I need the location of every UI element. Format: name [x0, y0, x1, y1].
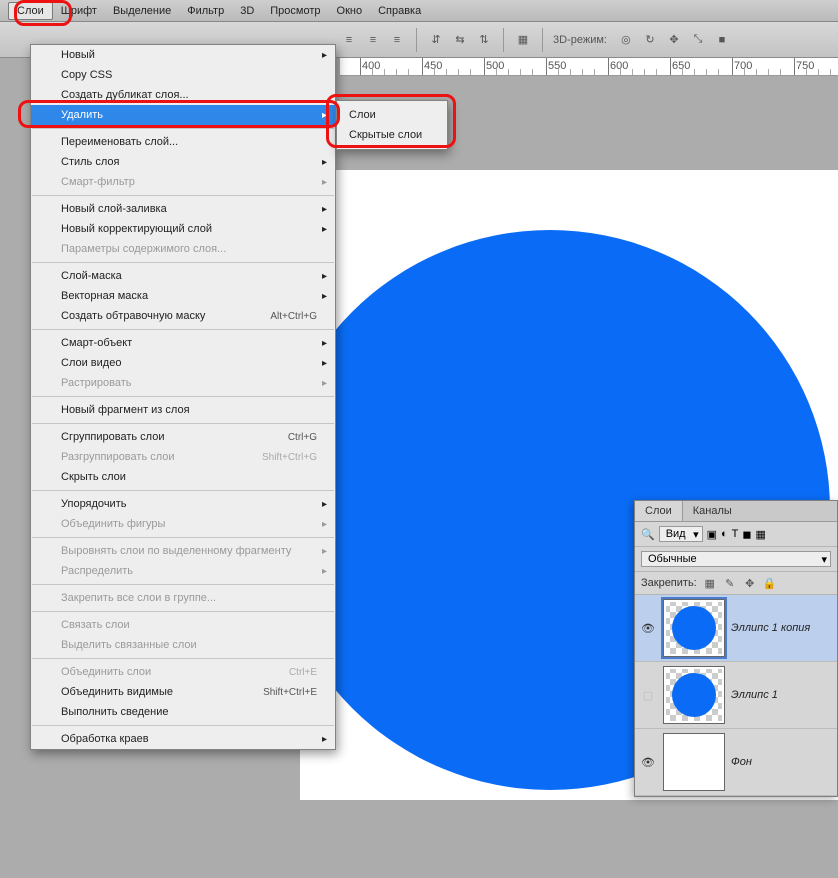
menu-item-ungroup: Разгруппировать слоиShift+Ctrl+G — [31, 447, 335, 467]
menu-item-contentopts: Параметры содержимого слоя... — [31, 239, 335, 259]
layers-dropdown-menu: Новый Copy CSS Создать дубликат слоя... … — [30, 44, 336, 750]
layer-row[interactable]: 👁 Эллипс 1 копия — [635, 595, 837, 662]
eye-icon[interactable]: 👁 — [639, 756, 657, 769]
menu-item-flatten[interactable]: Выполнить сведение — [31, 702, 335, 722]
filter-shape-icon[interactable]: ◼ — [742, 528, 751, 541]
filter-adj-icon[interactable]: ◐ — [721, 528, 728, 540]
menu-item-newfill[interactable]: Новый слой-заливка — [31, 199, 335, 219]
menu-item-mergedown: Объединить слоиCtrl+E — [31, 662, 335, 682]
menu-item-videolayers[interactable]: Слои видео — [31, 353, 335, 373]
filter-type-icon[interactable]: T — [732, 528, 739, 540]
tab-channels[interactable]: Каналы — [683, 501, 742, 521]
menu-3d[interactable]: 3D — [232, 3, 262, 19]
menu-item-selectlinked: Выделить связанные слои — [31, 635, 335, 655]
align-center-icon[interactable]: ≡ — [364, 31, 382, 49]
menu-item-clipmask[interactable]: Создать обтравочную маскуAlt+Ctrl+G — [31, 306, 335, 326]
menu-layers[interactable]: Слои — [8, 2, 53, 20]
layer-row[interactable]: ▢ Эллипс 1 — [635, 662, 837, 729]
search-icon: 🔍 — [641, 528, 655, 541]
lock-pixels-icon[interactable]: ✎ — [723, 576, 737, 590]
filter-smart-icon[interactable]: ▦ — [756, 528, 766, 541]
delete-submenu: Слои Скрытые слои — [336, 100, 448, 150]
menu-item-smartobj[interactable]: Смарт-объект — [31, 333, 335, 353]
menu-item-arrange[interactable]: Упорядочить — [31, 494, 335, 514]
layer-name[interactable]: Эллипс 1 — [731, 689, 778, 701]
menu-window[interactable]: Окно — [329, 3, 371, 19]
layer-row[interactable]: 👁 Фон — [635, 729, 837, 796]
align-right-icon[interactable]: ≡ — [388, 31, 406, 49]
menu-item-layermask[interactable]: Слой-маска — [31, 266, 335, 286]
layer-thumbnail[interactable] — [663, 666, 725, 724]
menu-item-distribute: Распределить — [31, 561, 335, 581]
menu-item-smartfilter: Смарт-фильтр — [31, 172, 335, 192]
menu-selection[interactable]: Выделение — [105, 3, 179, 19]
distribute-icon[interactable]: ⇵ — [427, 31, 445, 49]
layer-name[interactable]: Фон — [731, 756, 752, 768]
menu-item-link: Связать слои — [31, 615, 335, 635]
tab-layers[interactable]: Слои — [635, 501, 683, 521]
menu-item-combineshapes: Объединить фигуры — [31, 514, 335, 534]
lock-position-icon[interactable]: ✥ — [743, 576, 757, 590]
menu-help[interactable]: Справка — [370, 3, 429, 19]
menu-item-alignsel: Выровнять слои по выделенному фрагменту — [31, 541, 335, 561]
menu-item-vectormask[interactable]: Векторная маска — [31, 286, 335, 306]
auto-align-icon[interactable]: ▦ — [514, 31, 532, 49]
layer-thumbnail[interactable] — [663, 599, 725, 657]
menu-item-lockall: Закрепить все слои в группе... — [31, 588, 335, 608]
menu-item-rasterize: Растрировать — [31, 373, 335, 393]
filter-pixel-icon[interactable]: ▣ — [707, 528, 717, 541]
eye-icon[interactable]: ▢ — [639, 689, 657, 702]
menu-item-mergevisible[interactable]: Объединить видимыеShift+Ctrl+E — [31, 682, 335, 702]
menu-item-copycss[interactable]: Copy CSS — [31, 65, 335, 85]
menu-item-newslice[interactable]: Новый фрагмент из слоя — [31, 400, 335, 420]
align-left-icon[interactable]: ≡ — [340, 31, 358, 49]
zoom-icon[interactable]: ■ — [713, 31, 731, 49]
menu-item-delete[interactable]: Удалить — [31, 105, 335, 125]
filter-kind-select[interactable]: Вид — [659, 526, 703, 542]
pan-icon[interactable]: ✥ — [665, 31, 683, 49]
mode-3d-label: 3D-режим: — [553, 34, 607, 46]
roll-icon[interactable]: ↻ — [641, 31, 659, 49]
slide-icon[interactable]: ⤡ — [689, 31, 707, 49]
menu-item-duplicate[interactable]: Создать дубликат слоя... — [31, 85, 335, 105]
submenu-item-layers[interactable]: Слои — [337, 105, 447, 125]
menu-filter[interactable]: Фильтр — [179, 3, 232, 19]
submenu-item-hidden[interactable]: Скрытые слои — [337, 125, 447, 145]
lock-all-icon[interactable]: 🔒 — [763, 576, 777, 590]
orbit-icon[interactable]: ◎ — [617, 31, 635, 49]
menubar: Слои Шрифт Выделение Фильтр 3D Просмотр … — [0, 0, 838, 22]
panel-tabs: Слои Каналы — [635, 501, 837, 522]
layers-panel: Слои Каналы 🔍 Вид ▣ ◐ T ◼ ▦ Обычные Закр… — [634, 500, 838, 797]
menu-item-rename[interactable]: Переименовать слой... — [31, 132, 335, 152]
menu-view[interactable]: Просмотр — [262, 3, 328, 19]
menu-item-group[interactable]: Сгруппировать слоиCtrl+G — [31, 427, 335, 447]
menu-item-layerstyle[interactable]: Стиль слоя — [31, 152, 335, 172]
lock-label: Закрепить: — [641, 577, 697, 589]
menu-font[interactable]: Шрифт — [53, 3, 105, 19]
horizontal-ruler: // generated later after data load 40045… — [340, 58, 838, 76]
menu-item-matting[interactable]: Обработка краев — [31, 729, 335, 749]
layer-thumbnail[interactable] — [663, 733, 725, 791]
menu-item-hide[interactable]: Скрыть слои — [31, 467, 335, 487]
menu-item-newadj[interactable]: Новый корректирующий слой — [31, 219, 335, 239]
eye-icon[interactable]: 👁 — [639, 622, 657, 635]
distribute-v-icon[interactable]: ⇅ — [475, 31, 493, 49]
distribute-h-icon[interactable]: ⇆ — [451, 31, 469, 49]
lock-transparency-icon[interactable]: ▦ — [703, 576, 717, 590]
menu-item-new[interactable]: Новый — [31, 45, 335, 65]
layer-name[interactable]: Эллипс 1 копия — [731, 622, 810, 634]
blend-mode-select[interactable]: Обычные — [641, 551, 831, 567]
